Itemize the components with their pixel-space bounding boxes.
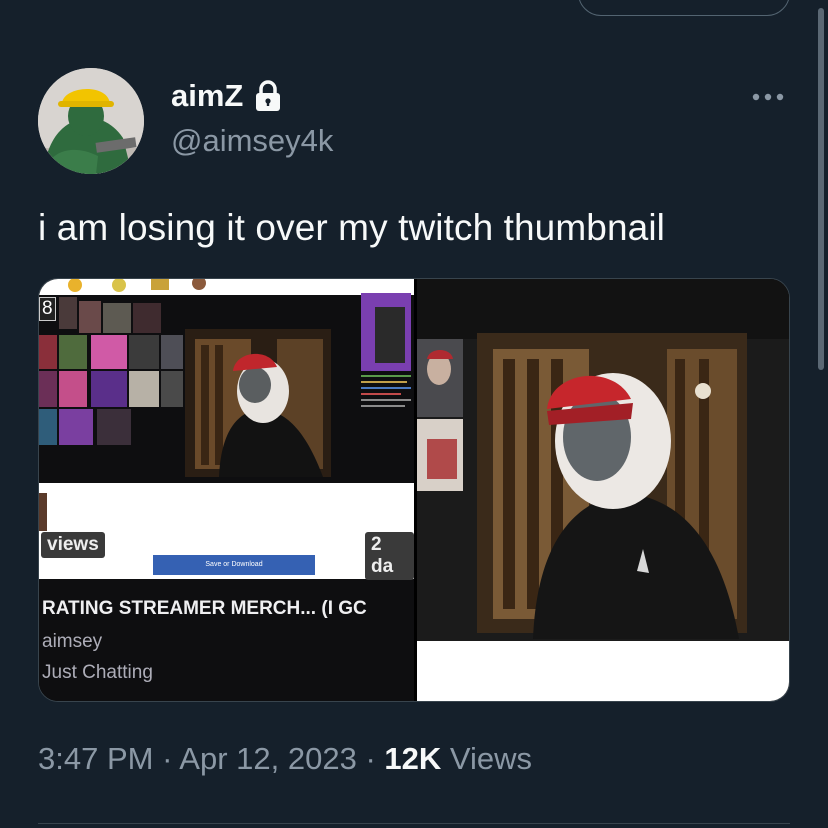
tweet-meta: 3:47 PM · Apr 12, 2023 · 12K Views [38,741,532,777]
view-count: 12K [384,741,442,776]
divider [38,823,790,824]
tweet-date[interactable]: Apr 12, 2023 [179,741,357,776]
top-button-outline[interactable] [578,0,790,16]
avatar-image [38,68,144,174]
viewer-count-badge: 8 [39,297,56,321]
stream-title: RATING STREAMER MERCH... (I GC [42,598,367,619]
author-handle[interactable]: @aimsey4k [171,123,333,159]
author-name[interactable]: aimZ [171,78,283,114]
author-name-text[interactable]: aimZ [171,78,243,114]
views-label: Views [441,741,533,776]
save-download-button: Save or Download [153,555,315,575]
tweet-time[interactable]: 3:47 PM [38,741,153,776]
more-icon[interactable] [748,85,788,109]
tweet-text: i am losing it over my twitch thumbnail [38,207,665,248]
meta-separator: · [153,741,180,776]
zoomed-thumbnail-artwork [417,279,789,701]
views-badge: views [41,532,105,558]
streamer-name: aimsey [42,631,103,652]
scrollbar[interactable] [818,8,824,370]
lock-icon [256,80,281,111]
meta-separator-2: · [356,741,385,776]
stream-category: Just Chatting [42,662,153,683]
avatar[interactable] [38,68,144,174]
days-badge: 2 da [365,532,414,580]
tweet-media[interactable]: 8 views 2 da Save or Download RATING STR… [38,278,790,702]
media-image-left[interactable]: 8 views 2 da Save or Download RATING STR… [39,279,414,701]
media-image-right[interactable] [417,279,789,701]
